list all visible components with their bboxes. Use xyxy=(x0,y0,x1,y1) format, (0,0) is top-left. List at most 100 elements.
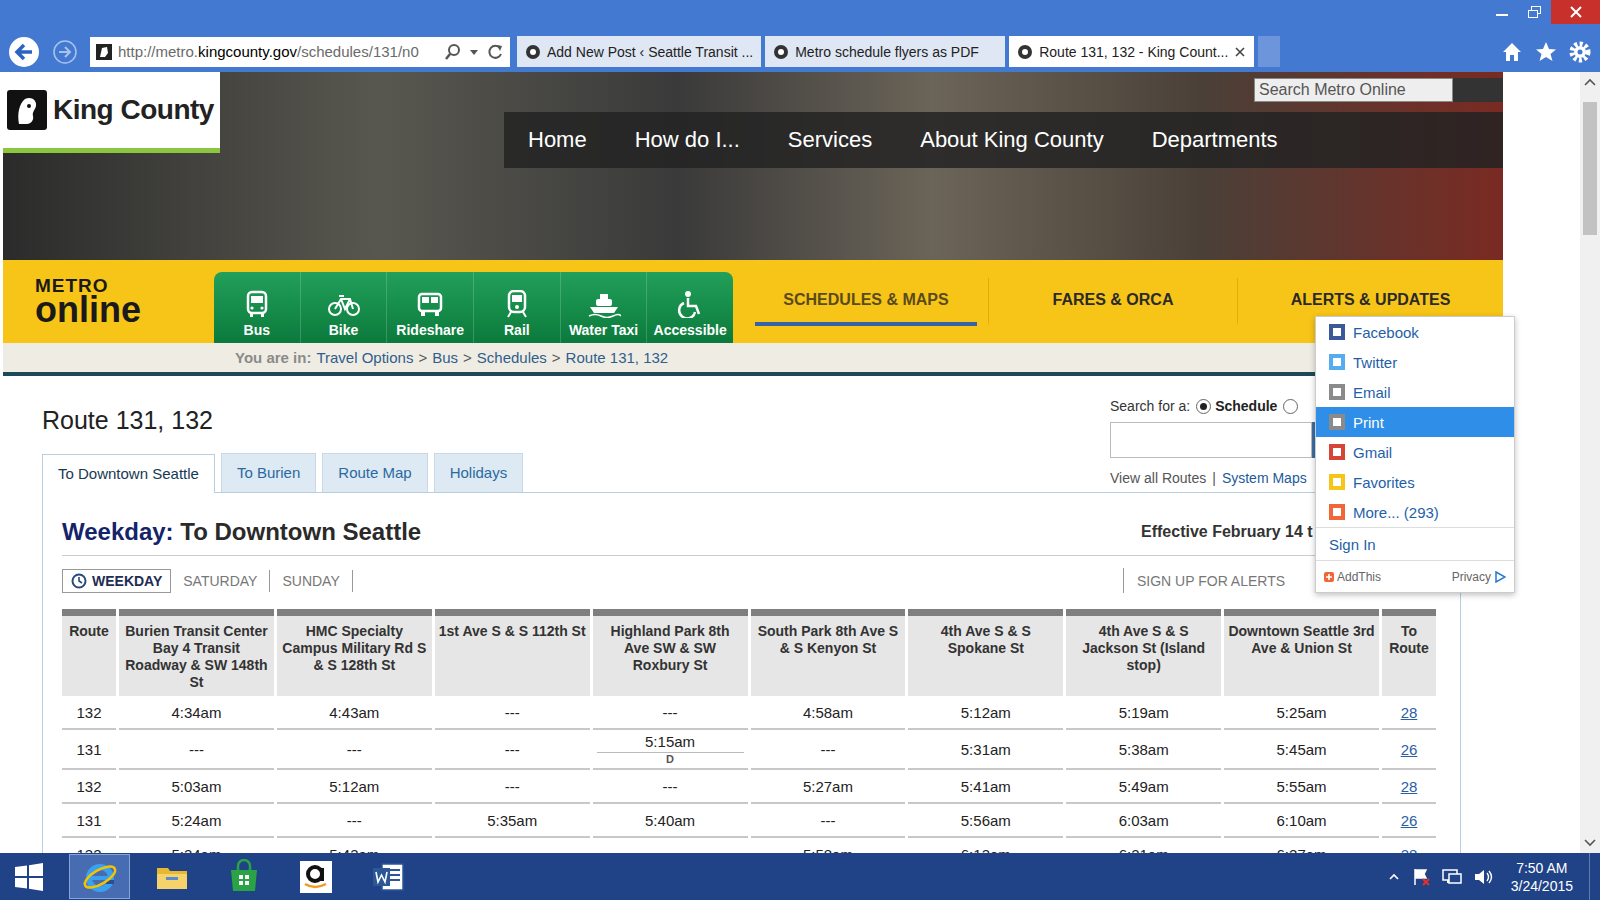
mode-tab[interactable]: Bike xyxy=(300,272,387,343)
radio-option[interactable] xyxy=(1283,399,1302,414)
share-icon-mark xyxy=(1333,478,1341,486)
addthis-brand[interactable]: AddThis xyxy=(1324,570,1381,584)
breadcrumb-link[interactable]: Travel Options xyxy=(316,349,413,366)
share-item[interactable]: Gmail xyxy=(1316,437,1514,467)
nav-item[interactable]: Home xyxy=(528,127,587,153)
nav-item[interactable]: How do I... xyxy=(635,127,740,153)
privacy-link[interactable]: Privacy xyxy=(1452,570,1506,584)
mode-label: Bike xyxy=(329,322,359,338)
search-icon[interactable] xyxy=(444,43,462,61)
mode-tab[interactable]: Rideshare xyxy=(386,272,473,343)
back-button[interactable] xyxy=(7,35,41,69)
taskbar-app[interactable] xyxy=(69,854,130,899)
radio-option[interactable]: Schedule xyxy=(1196,398,1277,414)
address-bar[interactable]: http://metro.kingcounty.gov/schedules/13… xyxy=(90,37,510,67)
show-hidden-icons-icon[interactable] xyxy=(1387,870,1401,884)
share-item[interactable]: Print xyxy=(1316,407,1514,437)
taskbar-app[interactable] xyxy=(141,854,202,899)
nav-item[interactable]: About King County xyxy=(920,127,1103,153)
taskbar-app[interactable] xyxy=(357,854,418,899)
clock[interactable]: 7:50 AM 3/24/2015 xyxy=(1505,859,1579,895)
to-route-link[interactable]: 26 xyxy=(1401,812,1418,829)
start-button[interactable] xyxy=(0,853,58,900)
table-cell: --- xyxy=(435,838,590,853)
scroll-thumb[interactable] xyxy=(1583,102,1597,235)
share-item[interactable]: Email xyxy=(1316,377,1514,407)
breadcrumb-link[interactable]: Bus xyxy=(432,349,458,366)
breadcrumb-link[interactable]: Schedules xyxy=(477,349,547,366)
king-county-logo[interactable]: King County xyxy=(3,72,220,153)
day-tab[interactable]: WEEKDAY xyxy=(62,569,171,593)
site-search-button[interactable] xyxy=(1453,78,1503,102)
close-button[interactable] xyxy=(1551,0,1600,24)
column-header: 4th Ave S & S Jackson St (Island stop) xyxy=(1066,609,1221,696)
table-cell: 28 xyxy=(1382,696,1436,730)
taskbar-app[interactable] xyxy=(213,854,274,899)
site-search-input[interactable] xyxy=(1254,78,1453,102)
vertical-scrollbar[interactable] xyxy=(1580,72,1600,853)
new-tab-button[interactable] xyxy=(1258,36,1280,67)
nav-item[interactable]: Services xyxy=(788,127,872,153)
scroll-down-icon[interactable] xyxy=(1580,833,1600,853)
browser-tab[interactable]: Add New Post ‹ Seattle Transit ... xyxy=(517,36,761,67)
to-route-link[interactable]: 28 xyxy=(1401,846,1418,854)
route-tab[interactable]: Route Map xyxy=(322,453,427,492)
to-route-link[interactable]: 26 xyxy=(1401,741,1418,758)
favorites-star-icon[interactable] xyxy=(1534,40,1558,64)
volume-icon[interactable] xyxy=(1473,867,1495,887)
to-route-link[interactable]: 28 xyxy=(1401,778,1418,795)
restore-button[interactable] xyxy=(1518,0,1551,24)
minimize-button[interactable] xyxy=(1485,0,1518,24)
share-service-icon xyxy=(1329,504,1345,520)
sign-in-link[interactable]: Sign In xyxy=(1316,527,1514,560)
column-header: To Route xyxy=(1382,609,1436,696)
table-cell: 5:27am xyxy=(751,770,906,804)
day-tab[interactable]: SATURDAY xyxy=(171,570,270,592)
share-label: Email xyxy=(1353,384,1391,401)
tab-close-icon[interactable] xyxy=(1234,46,1246,58)
browser-tab[interactable]: Metro schedule flyers as PDF xyxy=(765,36,1005,67)
table-cell: 132 xyxy=(62,696,116,730)
close-icon xyxy=(1570,6,1582,18)
schedule-search-input[interactable] xyxy=(1110,422,1312,458)
mode-tab[interactable]: Water Taxi xyxy=(560,272,647,343)
route-tab[interactable]: Holidays xyxy=(434,453,524,492)
radio-label: Schedule xyxy=(1215,398,1277,414)
route-tab[interactable]: To Downtown Seattle xyxy=(42,454,215,493)
refresh-icon[interactable] xyxy=(486,43,504,61)
scroll-up-icon[interactable] xyxy=(1580,72,1600,92)
settings-gear-icon[interactable] xyxy=(1568,40,1592,64)
route-tab[interactable]: To Burien xyxy=(221,453,316,492)
show-desktop-button[interactable] xyxy=(1589,853,1600,900)
table-cell: --- xyxy=(593,696,748,730)
tab-favicon-icon xyxy=(525,44,541,60)
section-tab[interactable]: SCHEDULES & MAPS xyxy=(755,278,977,326)
forward-button[interactable] xyxy=(52,39,78,65)
metro-online-logo[interactable]: METRO online xyxy=(3,260,214,343)
share-item[interactable]: Favorites xyxy=(1316,467,1514,497)
browser-tab[interactable]: Route 131, 132 - King Count... xyxy=(1009,36,1254,67)
addthis-icon xyxy=(1324,572,1334,582)
taskbar-app[interactable] xyxy=(285,854,346,899)
section-tab[interactable]: FARES & ORCA xyxy=(988,278,1237,326)
mode-tab[interactable]: Accessible xyxy=(646,272,733,343)
nav-item[interactable]: Departments xyxy=(1152,127,1278,153)
share-item[interactable]: Facebook xyxy=(1316,317,1514,347)
network-icon[interactable] xyxy=(1441,867,1463,887)
to-route-link[interactable]: 28 xyxy=(1401,704,1418,721)
view-all-routes-link[interactable]: View all Routes xyxy=(1110,470,1206,486)
column-header: Highland Park 8th Ave SW & SW Roxbury St xyxy=(593,609,748,696)
share-item[interactable]: More... (293) xyxy=(1316,497,1514,527)
share-item[interactable]: Twitter xyxy=(1316,347,1514,377)
logo-text: King County xyxy=(53,94,214,126)
dropdown-arrow-icon[interactable] xyxy=(468,43,480,61)
table-cell: 5:45am xyxy=(1224,730,1379,770)
home-icon[interactable] xyxy=(1500,40,1524,64)
action-center-flag-icon[interactable] xyxy=(1411,867,1431,887)
system-maps-link[interactable]: System Maps xyxy=(1222,470,1307,486)
mode-tab[interactable]: Rail xyxy=(473,272,560,343)
breadcrumb-link[interactable]: Route 131, 132 xyxy=(566,349,669,366)
mode-tab[interactable]: Bus xyxy=(214,272,300,343)
day-tab[interactable]: SUNDAY xyxy=(270,570,352,592)
browser-tools xyxy=(1500,40,1592,64)
